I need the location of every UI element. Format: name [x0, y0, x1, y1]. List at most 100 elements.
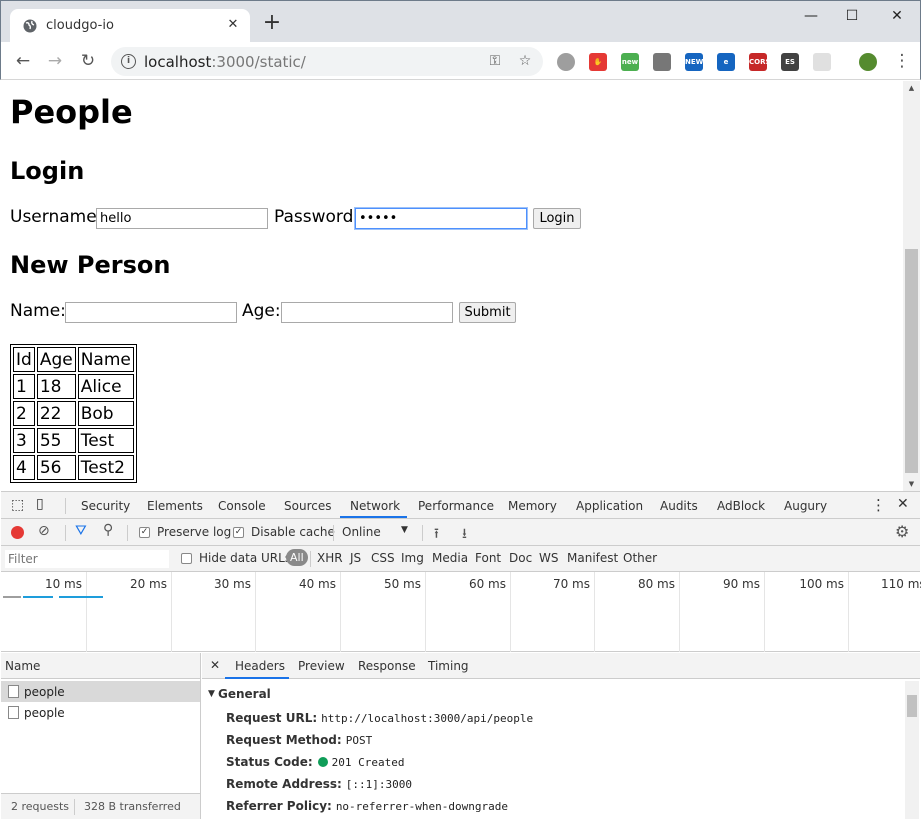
close-window-icon[interactable]: ✕	[882, 5, 912, 27]
scroll-down-icon[interactable]: ▼	[903, 477, 920, 491]
star-icon[interactable]: ☆	[517, 53, 533, 69]
timeline-overview[interactable]: 10 ms 20 ms 30 ms 40 ms 50 ms 60 ms 70 ms 80 ms…	[1, 572, 921, 652]
import-har-icon[interactable]: ⭱	[434, 523, 439, 547]
document-icon	[8, 685, 19, 698]
tab-performance[interactable]: Performance	[418, 499, 494, 513]
clear-icon[interactable]: ⊘	[38, 523, 50, 539]
chevron-down-icon[interactable]: ▼	[401, 525, 408, 535]
export-har-icon[interactable]: ⭳	[462, 523, 467, 547]
filter-type-other[interactable]: Other	[623, 551, 657, 565]
search-icon[interactable]: ⚲	[103, 522, 113, 538]
submit-button[interactable]: Submit	[459, 302, 516, 323]
ruler-tick	[340, 572, 341, 652]
preserve-log-checkbox[interactable]: ✓	[139, 527, 150, 538]
cors-extension-icon[interactable]: CORS	[749, 53, 771, 71]
table-cell: 55	[36, 428, 76, 453]
reload-icon[interactable]: ↻	[77, 50, 99, 72]
tab-close-icon[interactable]: ✕	[224, 16, 242, 34]
scroll-thumb[interactable]	[905, 249, 918, 473]
green-dot-extension-icon[interactable]	[557, 53, 575, 71]
disable-cache-checkbox[interactable]: ✓	[233, 527, 244, 538]
filter-type-xhr[interactable]: XHR	[317, 551, 343, 565]
scroll-thumb[interactable]	[907, 695, 917, 717]
ruler-tick-label: 90 ms	[722, 577, 760, 591]
request-row-selected[interactable]: people	[1, 681, 200, 702]
tab-console[interactable]: Console	[218, 499, 266, 513]
key-icon[interactable]: ⚿	[487, 53, 503, 69]
tab-response[interactable]: Response	[358, 659, 416, 673]
hide-data-urls-checkbox[interactable]	[181, 553, 192, 564]
tab-augury[interactable]: Augury	[784, 499, 827, 513]
tab-application[interactable]: Application	[576, 499, 643, 513]
avatar-extension-icon[interactable]	[859, 53, 877, 71]
table-cell: Alice	[77, 374, 134, 399]
page-scrollbar[interactable]: ▲ ▼	[903, 81, 920, 491]
login-button[interactable]: Login	[533, 208, 581, 229]
close-detail-icon[interactable]: ✕	[210, 658, 220, 672]
tab-preview[interactable]: Preview	[298, 659, 345, 673]
tab-audits[interactable]: Audits	[660, 499, 698, 513]
new-tab-button[interactable]: +	[262, 12, 282, 34]
glasses-extension-icon[interactable]	[653, 53, 671, 71]
filter-type-img[interactable]: Img	[401, 551, 424, 565]
more-options-icon[interactable]: ⋮	[871, 496, 886, 514]
request-row[interactable]: people	[1, 702, 200, 723]
scroll-up-icon[interactable]: ▲	[903, 81, 920, 95]
tab-timing[interactable]: Timing	[428, 659, 469, 673]
tab-network[interactable]: Network	[350, 499, 400, 513]
active-tab-indicator	[225, 677, 289, 679]
filter-type-ws[interactable]: WS	[539, 551, 558, 565]
filter-type-all[interactable]: All	[286, 549, 308, 566]
e-extension-icon[interactable]: e	[717, 53, 735, 71]
filter-type-js[interactable]: JS	[350, 551, 361, 565]
minimize-icon[interactable]: —	[796, 5, 826, 27]
close-devtools-icon[interactable]: ✕	[897, 496, 909, 512]
header-row-status-code: Status Code: 201 Created	[226, 755, 405, 769]
info-icon[interactable]: i	[121, 54, 136, 69]
inspect-icon[interactable]: ⬚	[11, 497, 24, 513]
filter-type-font[interactable]: Font	[475, 551, 501, 565]
filter-icon[interactable]: ⛛	[75, 523, 87, 539]
requests-count: 2 requests	[11, 800, 70, 813]
back-icon[interactable]: ←	[12, 50, 34, 72]
name-column-header[interactable]: Name	[1, 653, 200, 679]
tab-sources[interactable]: Sources	[284, 499, 331, 513]
tab-memory[interactable]: Memory	[508, 499, 557, 513]
filter-input[interactable]	[5, 550, 169, 568]
filter-type-media[interactable]: Media	[432, 551, 468, 565]
tab-security[interactable]: Security	[81, 499, 130, 513]
filter-type-css[interactable]: CSS	[371, 551, 395, 565]
adblock-extension-icon[interactable]: ✋	[589, 53, 607, 71]
menu-icon[interactable]: ⋮	[891, 50, 913, 72]
page-content: People Login Username: hello Password: •…	[1, 81, 903, 491]
device-toggle-icon[interactable]: ▯	[36, 496, 44, 512]
name-input[interactable]	[65, 302, 237, 323]
request-name: people	[24, 685, 65, 699]
username-input[interactable]: hello	[96, 208, 268, 229]
gear-grey-extension-icon[interactable]	[813, 53, 831, 71]
detail-scrollbar[interactable]	[905, 681, 919, 819]
address-bar[interactable]: i localhost:3000/static/ ⚿ ☆	[111, 47, 543, 76]
header-row-request-method: Request Method: POST	[226, 733, 373, 747]
tab-adblock[interactable]: AdBlock	[717, 499, 765, 513]
settings-gear-icon[interactable]: ⚙	[895, 522, 909, 541]
tab-headers[interactable]: Headers	[235, 659, 285, 673]
throttle-select[interactable]: Online	[342, 525, 381, 539]
table-cell: 1	[13, 374, 35, 399]
filter-type-doc[interactable]: Doc	[509, 551, 532, 565]
filter-type-manifest[interactable]: Manifest	[567, 551, 618, 565]
password-input[interactable]: •••••	[355, 208, 527, 229]
general-section-title[interactable]: General	[218, 687, 271, 701]
forward-icon[interactable]: →	[44, 50, 66, 72]
browser-tab[interactable]: cloudgo-io ✕	[10, 9, 250, 43]
news-extension-icon[interactable]: NEW	[685, 53, 703, 71]
record-icon[interactable]	[11, 526, 24, 539]
maximize-icon[interactable]: ☐	[837, 5, 867, 27]
ruler-tick-label: 40 ms	[298, 577, 336, 591]
es-extension-icon[interactable]: ES	[781, 53, 799, 71]
screenshot-new-extension-icon[interactable]: new	[621, 53, 639, 71]
tab-elements[interactable]: Elements	[147, 499, 203, 513]
ruler-tick	[764, 572, 765, 652]
age-input[interactable]	[281, 302, 453, 323]
collapse-triangle-icon[interactable]: ▼	[208, 689, 215, 699]
